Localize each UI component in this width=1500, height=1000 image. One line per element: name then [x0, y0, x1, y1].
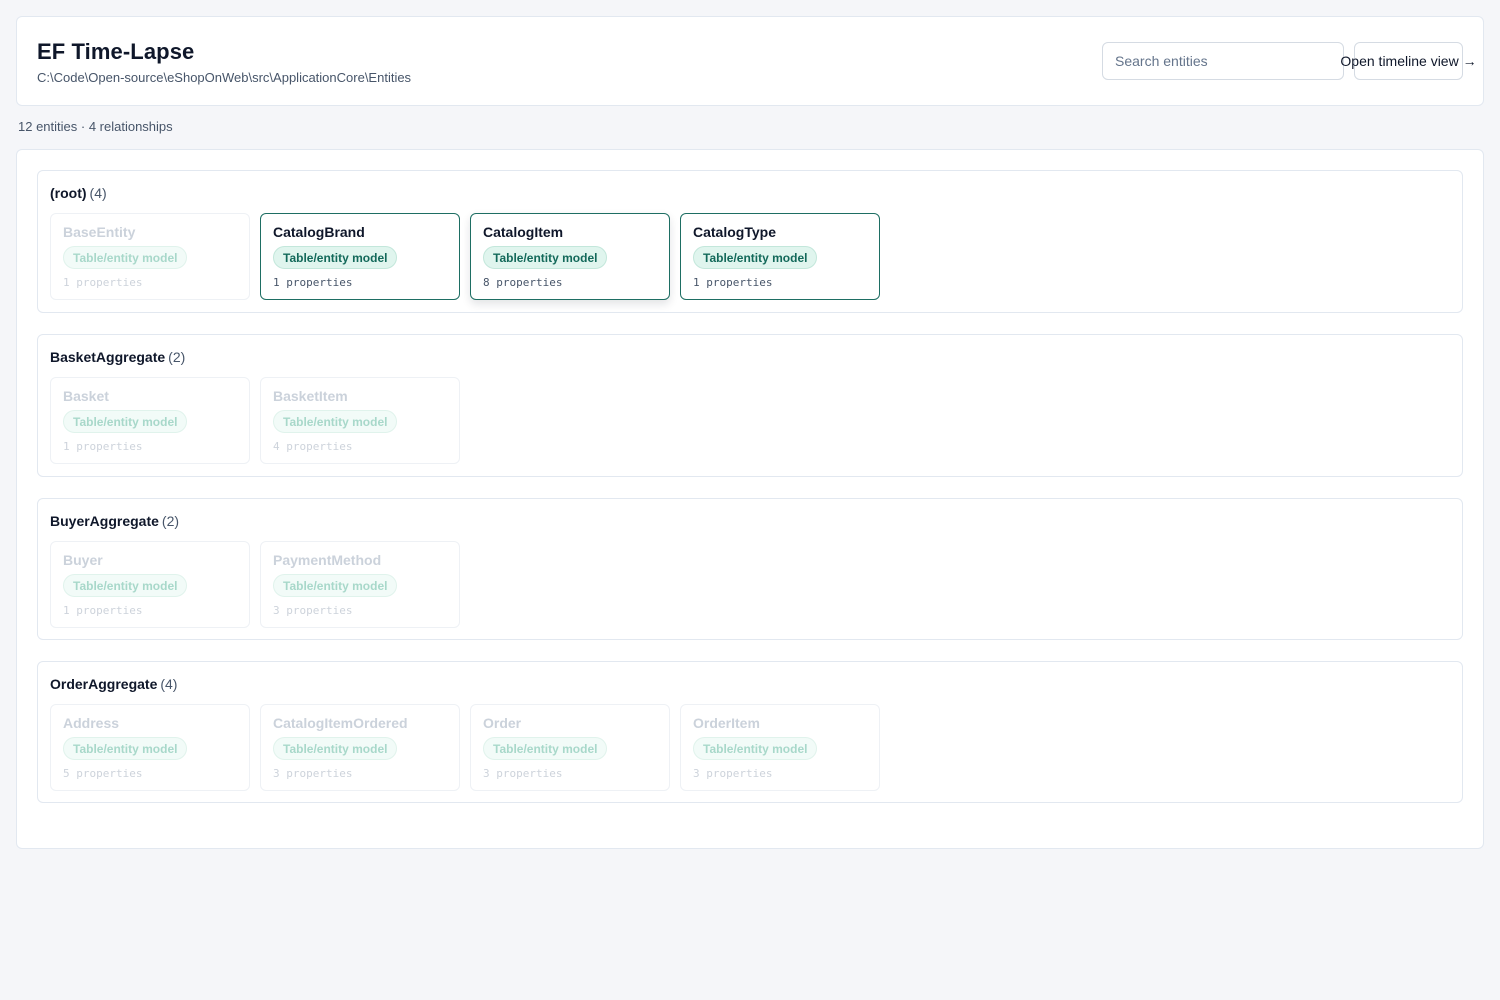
summary-text: 12 entities · 4 relationships — [18, 119, 173, 134]
entity-property-count: 1 properties — [693, 276, 773, 289]
entity-card-buyer[interactable]: Buyer Table/entity model 1 properties — [50, 541, 250, 628]
entity-property-count: 3 properties — [273, 604, 353, 617]
entity-card-order[interactable]: Order Table/entity model 3 properties — [470, 704, 670, 791]
group-root: (root) (4) BaseEntity Table/entity model … — [37, 170, 1463, 313]
open-timeline-button[interactable]: Open timeline view → — [1340, 42, 1477, 80]
entity-type-badge: Table/entity model — [483, 737, 608, 760]
entity-name: CatalogItem — [483, 224, 564, 240]
entity-type-badge: Table/entity model — [63, 246, 188, 269]
app-title: EF Time-Lapse — [37, 39, 195, 64]
entity-type-badge: Table/entity model — [63, 574, 188, 597]
entity-card-paymentmethod[interactable]: PaymentMethod Table/entity model 3 prope… — [260, 541, 460, 628]
entity-name: Basket — [63, 388, 109, 404]
project-path: C:\Code\Open-source\eShopOnWeb\src\Appli… — [37, 70, 412, 85]
entity-type-badge: Table/entity model — [693, 737, 818, 760]
group-title: BuyerAggregate (2) — [50, 513, 179, 529]
group-name: BuyerAggregate — [50, 513, 159, 529]
entity-name: Buyer — [63, 552, 103, 568]
entity-type-badge: Table/entity model — [63, 410, 188, 433]
entity-card-catalogitem[interactable]: CatalogItem Table/entity model 8 propert… — [470, 213, 670, 300]
entity-name: OrderItem — [693, 715, 760, 731]
group-title: BasketAggregate (2) — [50, 349, 185, 365]
entity-type-badge: Table/entity model — [273, 737, 398, 760]
entity-type-badge: Table/entity model — [273, 246, 398, 269]
group-name: BasketAggregate — [50, 349, 166, 365]
entity-card-catalogitemordered[interactable]: CatalogItemOrdered Table/entity model 3 … — [260, 704, 460, 791]
entity-card-orderitem[interactable]: OrderItem Table/entity model 3 propertie… — [680, 704, 880, 791]
entity-name: Address — [63, 715, 120, 731]
entity-name: CatalogItemOrdered — [273, 715, 408, 731]
entity-card-address[interactable]: Address Table/entity model 5 properties — [50, 704, 250, 791]
entity-type-badge: Table/entity model — [63, 737, 188, 760]
search-input[interactable] — [1102, 42, 1344, 80]
entity-property-count: 3 properties — [483, 767, 563, 780]
entity-property-count: 1 properties — [63, 604, 143, 617]
entity-property-count: 1 properties — [63, 440, 143, 453]
entity-property-count: 4 properties — [273, 440, 353, 453]
group-count: (2) — [168, 349, 186, 365]
header-card: EF Time-Lapse C:\Code\Open-source\eShopO… — [16, 16, 1484, 106]
entity-type-badge: Table/entity model — [273, 574, 398, 597]
group-buyer-aggregate: BuyerAggregate (2) Buyer Table/entity mod… — [37, 498, 1463, 640]
entity-name: CatalogType — [693, 224, 776, 240]
diagram-canvas: (root) (4) BaseEntity Table/entity model … — [16, 149, 1484, 849]
entity-card-baseentity[interactable]: BaseEntity Table/entity model 1 properti… — [50, 213, 250, 300]
entity-name: CatalogBrand — [273, 224, 365, 240]
entity-card-catalogtype[interactable]: CatalogType Table/entity model 1 propert… — [680, 213, 880, 300]
entity-type-badge: Table/entity model — [693, 246, 818, 269]
entity-name: BaseEntity — [63, 224, 136, 240]
entity-property-count: 3 properties — [693, 767, 773, 780]
group-count: (4) — [89, 185, 107, 201]
entity-property-count: 8 properties — [483, 276, 563, 289]
group-name: OrderAggregate — [50, 676, 158, 692]
entity-card-basketitem[interactable]: BasketItem Table/entity model 4 properti… — [260, 377, 460, 464]
group-name: (root) — [50, 185, 87, 201]
entity-name: Order — [483, 715, 522, 731]
group-title: OrderAggregate (4) — [50, 676, 177, 692]
group-basket-aggregate: BasketAggregate (2) Basket Table/entity m… — [37, 334, 1463, 477]
group-order-aggregate: OrderAggregate (4) Address Table/entity m… — [37, 661, 1463, 803]
entity-type-badge: Table/entity model — [483, 246, 608, 269]
entity-property-count: 3 properties — [273, 767, 353, 780]
group-count: (4) — [160, 676, 178, 692]
group-count: (2) — [161, 513, 180, 529]
entity-property-count: 1 properties — [273, 276, 353, 289]
entity-name: BasketItem — [273, 388, 348, 404]
entity-property-count: 1 properties — [63, 276, 143, 289]
group-title: (root) (4) — [50, 185, 107, 201]
entity-card-catalogbrand[interactable]: CatalogBrand Table/entity model 1 proper… — [260, 213, 460, 300]
entity-card-basket[interactable]: Basket Table/entity model 1 properties — [50, 377, 250, 464]
entity-name: PaymentMethod — [273, 552, 382, 568]
entity-property-count: 5 properties — [63, 767, 143, 780]
entity-type-badge: Table/entity model — [273, 410, 398, 433]
